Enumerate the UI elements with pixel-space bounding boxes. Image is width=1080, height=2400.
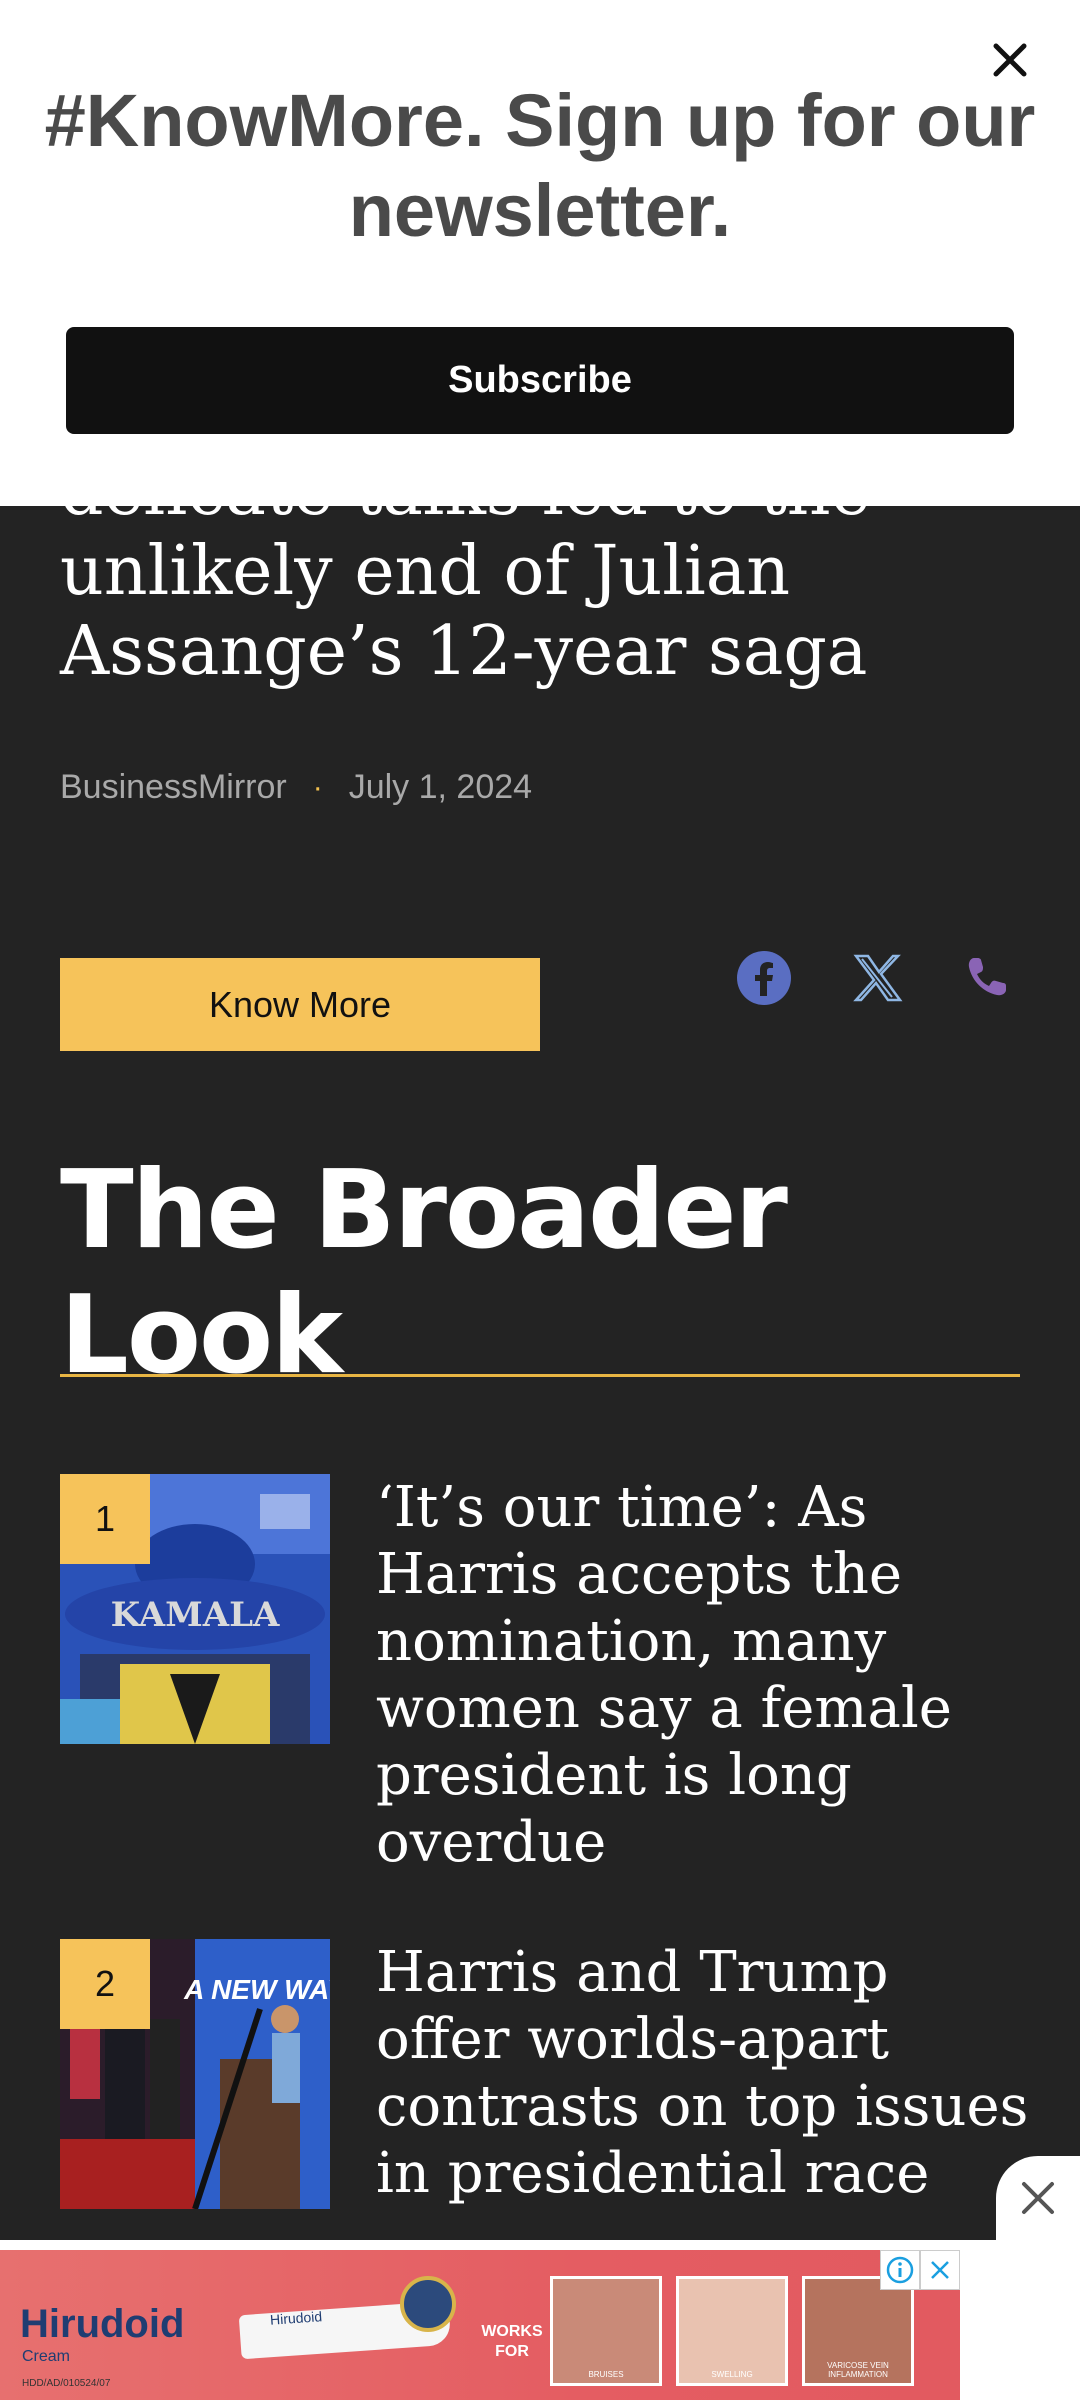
ad-works-text: WORKS FOR xyxy=(481,2323,543,2360)
story-item[interactable]: A NEW WAY 2 Harris and Trump offer world… xyxy=(60,1939,1028,2219)
thumb-text: A NEW WAY xyxy=(183,1974,330,2005)
ad-info-icon[interactable] xyxy=(880,2250,920,2290)
article-meta: BusinessMirror · July 1, 2024 xyxy=(60,768,532,807)
x-icon[interactable] xyxy=(852,948,904,1008)
story-rank: 1 xyxy=(60,1474,150,1564)
ad-brand-sub: Cream xyxy=(22,2348,71,2365)
ad-brand: Hirudoid xyxy=(20,2302,185,2346)
seal-icon xyxy=(400,2276,456,2332)
ad-banner[interactable]: Hirudoid Cream HDD/AD/010524/07 Hirudoid… xyxy=(0,2250,960,2400)
article-source[interactable]: BusinessMirror xyxy=(60,768,287,807)
thumb-text: KAMALA xyxy=(111,1595,280,1635)
story-title[interactable]: ‘It’s our time’: As Harris accepts the n… xyxy=(376,1474,1036,1876)
ad-caption: VARICOSE VEIN INFLAMMATION xyxy=(827,2361,889,2379)
ad-photo-varicose: VARICOSE VEIN INFLAMMATION xyxy=(802,2276,914,2386)
ad-photo-bruises: BRUISES xyxy=(550,2276,662,2386)
facebook-icon[interactable] xyxy=(736,948,792,1008)
story-item[interactable]: KAMALA 1 ‘It’s our time’: As Harris acce… xyxy=(60,1474,1020,1875)
story-title[interactable]: Harris and Trump offer worlds-apart cont… xyxy=(376,1939,1036,2207)
ad-caption: SWELLING xyxy=(711,2370,753,2379)
story-rank: 2 xyxy=(60,1939,150,2029)
ad-dismiss-icon[interactable] xyxy=(920,2250,960,2290)
subscribe-button[interactable]: Subscribe xyxy=(66,327,1014,434)
phone-icon[interactable] xyxy=(962,948,1010,1008)
section-title: The Broader Look xyxy=(60,1148,788,1398)
know-more-button[interactable]: Know More xyxy=(60,958,540,1051)
ad-photo-swelling: SWELLING xyxy=(676,2276,788,2386)
newsletter-popup: #KnowMore. Sign up for our newsletter. S… xyxy=(0,0,1080,506)
section-divider xyxy=(60,1374,1020,1377)
ad-controls xyxy=(880,2250,960,2290)
ad-close-icon[interactable] xyxy=(996,2156,1080,2240)
ad-code: HDD/AD/010524/07 xyxy=(22,2378,111,2389)
meta-separator: · xyxy=(312,770,323,804)
ad-container: Hirudoid Cream HDD/AD/010524/07 Hirudoid… xyxy=(0,2240,1080,2400)
ad-caption: BRUISES xyxy=(588,2370,624,2379)
newsletter-heading: #KnowMore. Sign up for our newsletter. xyxy=(44,79,1036,252)
article-date: July 1, 2024 xyxy=(348,768,533,806)
